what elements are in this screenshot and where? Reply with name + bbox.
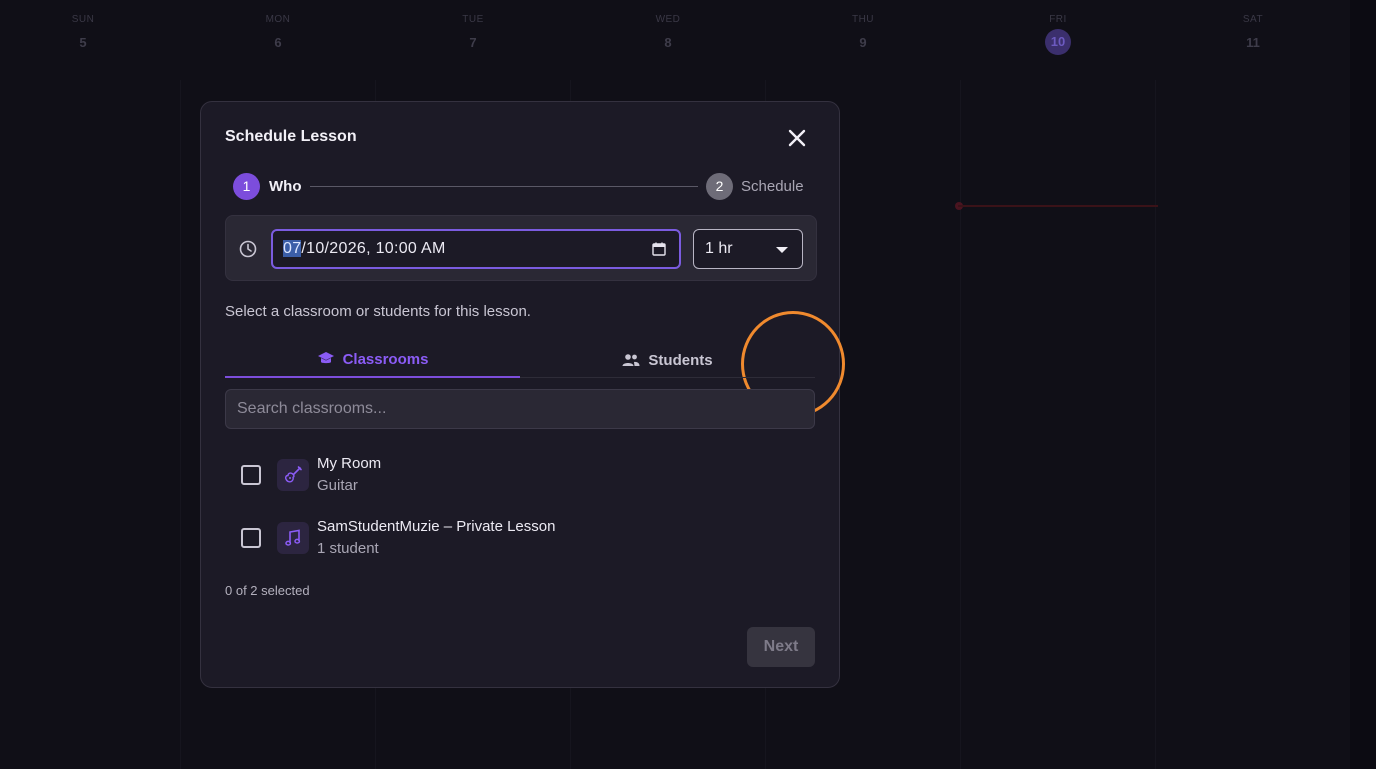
guitar-icon — [284, 466, 302, 483]
calendar-week-header: SUN 5 MON 6 TUE 7 WED 8 THU 9 FRI 10 SAT… — [0, 0, 1350, 80]
list-item[interactable]: SamStudentMuzie – Private Lesson 1 stude… — [225, 514, 815, 564]
day-name: WED — [655, 14, 681, 25]
item-title: My Room — [317, 455, 382, 472]
day-column-mon: MON 6 — [248, 14, 308, 50]
day-column-fri: FRI 10 — [1028, 14, 1088, 55]
chevron-down-icon — [776, 247, 788, 253]
scrollbar-gutter[interactable] — [1350, 0, 1376, 769]
graduation-cap-icon — [317, 352, 334, 364]
item-subtitle: Guitar — [317, 477, 358, 494]
close-button[interactable] — [783, 124, 811, 152]
people-icon — [622, 354, 640, 366]
day-name: THU — [851, 14, 875, 25]
clock-icon — [239, 240, 257, 258]
tab-students-label: Students — [648, 351, 713, 369]
tab-students[interactable]: Students — [520, 342, 815, 378]
helper-text: Select a classroom or students for this … — [225, 303, 531, 320]
item-checkbox[interactable] — [241, 528, 261, 548]
step-1-number: 1 — [233, 173, 260, 200]
datetime-input[interactable]: 07/10/2026, 10:00 AM — [271, 229, 681, 269]
datetime-month-segment[interactable]: 07 — [283, 240, 302, 257]
current-time-line — [958, 205, 1158, 207]
grid-line — [1155, 80, 1156, 769]
tab-classrooms[interactable]: Classrooms — [225, 342, 520, 378]
duration-value: 1 hr — [705, 240, 733, 257]
grid-line — [180, 80, 181, 769]
calendar-icon[interactable] — [651, 241, 667, 257]
music-note-icon — [285, 529, 301, 546]
item-checkbox[interactable] — [241, 465, 261, 485]
day-number: 11 — [1246, 35, 1260, 50]
close-icon — [788, 129, 806, 147]
day-name: SAT — [1242, 14, 1264, 25]
day-column-sun: SUN 5 — [53, 14, 113, 50]
day-number: 7 — [469, 35, 477, 50]
step-2-number: 2 — [706, 173, 733, 200]
item-icon-tile — [277, 459, 309, 491]
item-icon-tile — [277, 522, 309, 554]
step-2-label: Schedule — [741, 178, 804, 195]
datetime-rest: /10/2026, 10:00 AM — [301, 240, 446, 257]
day-number: 9 — [859, 35, 867, 50]
day-column-tue: TUE 7 — [443, 14, 503, 50]
step-connector — [310, 186, 698, 187]
next-button[interactable]: Next — [747, 627, 815, 667]
tab-bar: Classrooms Students — [225, 342, 815, 378]
schedule-lesson-modal: Schedule Lesson 1 Who 2 Schedule 07/10/2… — [200, 101, 845, 688]
grid-line — [960, 80, 961, 769]
list-item[interactable]: My Room Guitar — [225, 451, 815, 501]
tab-classrooms-label: Classrooms — [342, 350, 429, 368]
day-column-wed: WED 8 — [638, 14, 698, 50]
day-number: 8 — [664, 35, 672, 50]
time-selection-panel: 07/10/2026, 10:00 AM 1 hr — [225, 215, 845, 417]
day-column-sat: SAT 11 — [1223, 14, 1283, 50]
day-number-today: 10 — [1045, 29, 1071, 55]
day-name: FRI — [1049, 14, 1067, 25]
item-title: SamStudentMuzie – Private Lesson — [317, 518, 556, 535]
step-1-label: Who — [269, 178, 302, 195]
day-number: 6 — [274, 35, 282, 50]
day-name: SUN — [71, 14, 95, 25]
day-number: 5 — [79, 35, 87, 50]
duration-select[interactable]: 1 hr — [693, 229, 803, 269]
search-input[interactable]: Search classrooms... — [225, 389, 815, 429]
day-name: TUE — [462, 14, 484, 25]
search-placeholder: Search classrooms... — [237, 400, 387, 417]
item-subtitle: 1 student — [317, 540, 379, 557]
stepper: 1 Who 2 Schedule — [233, 173, 809, 201]
selection-count: 0 of 2 selected — [225, 583, 310, 598]
day-name: MON — [265, 14, 291, 25]
modal-title: Schedule Lesson — [225, 128, 357, 145]
day-column-thu: THU 9 — [833, 14, 893, 50]
